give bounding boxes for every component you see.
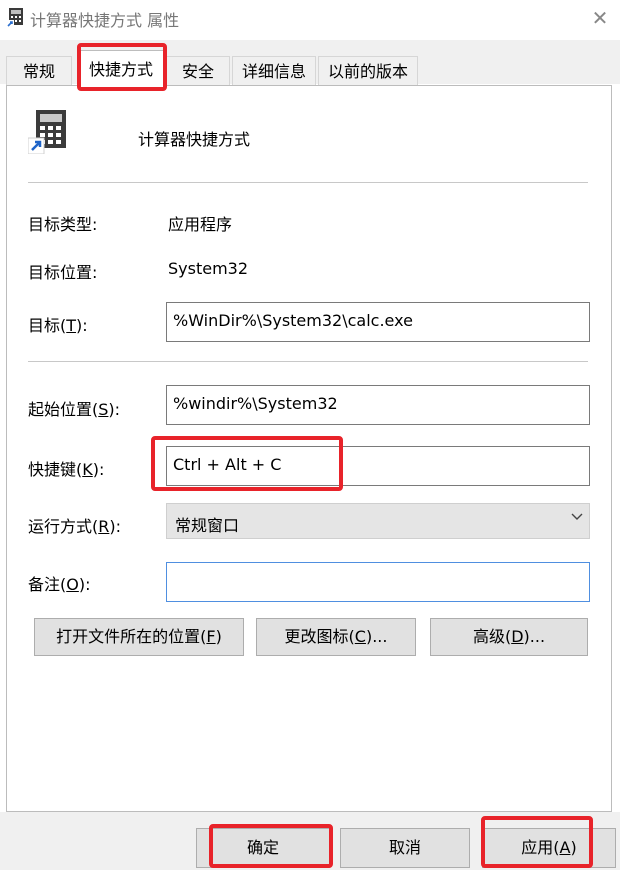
annotation-highlight-tab — [77, 43, 167, 91]
target-label: 目标(T): — [28, 316, 88, 335]
title-bar: 计算器快捷方式 属性 ✕ — [0, 0, 620, 36]
tab-details[interactable]: 详细信息 — [232, 56, 316, 85]
target-type-label: 目标类型: — [28, 215, 98, 234]
start-in-label: 起始位置(S): — [28, 400, 121, 419]
close-icon[interactable]: ✕ — [588, 6, 612, 30]
annotation-highlight-apply — [481, 816, 593, 868]
tab-previous-versions[interactable]: 以前的版本 — [318, 56, 418, 85]
target-type-value: 应用程序 — [168, 215, 233, 234]
tab-security[interactable]: 安全 — [166, 56, 230, 85]
separator — [28, 182, 588, 183]
tab-general[interactable]: 常规 — [6, 56, 72, 85]
start-in-input[interactable]: %windir%\System32 — [166, 385, 590, 425]
run-mode-select[interactable]: 常规窗口 — [166, 503, 590, 539]
separator — [28, 361, 588, 362]
annotation-highlight-hotkey — [151, 436, 343, 491]
open-file-location-button[interactable]: 打开文件所在的位置(F) — [34, 618, 244, 656]
calculator-shortcut-icon — [28, 110, 66, 154]
annotation-highlight-ok — [209, 824, 333, 868]
target-location-value: System32 — [168, 259, 249, 278]
comment-label: 备注(O): — [28, 575, 91, 594]
change-icon-button[interactable]: 更改图标(C)... — [256, 618, 416, 656]
chevron-down-icon — [571, 513, 583, 520]
window-title: 计算器快捷方式 属性 — [30, 11, 180, 30]
hotkey-label: 快捷键(K): — [28, 460, 105, 479]
target-location-label: 目标位置: — [28, 263, 98, 282]
comment-input[interactable] — [166, 562, 590, 602]
cancel-button[interactable]: 取消 — [340, 828, 470, 868]
calculator-app-icon — [6, 8, 23, 28]
shortcut-name: 计算器快捷方式 — [138, 130, 251, 149]
run-label: 运行方式(R): — [28, 517, 122, 536]
target-input[interactable]: %WinDir%\System32\calc.exe — [166, 302, 590, 342]
advanced-button[interactable]: 高级(D)... — [430, 618, 588, 656]
